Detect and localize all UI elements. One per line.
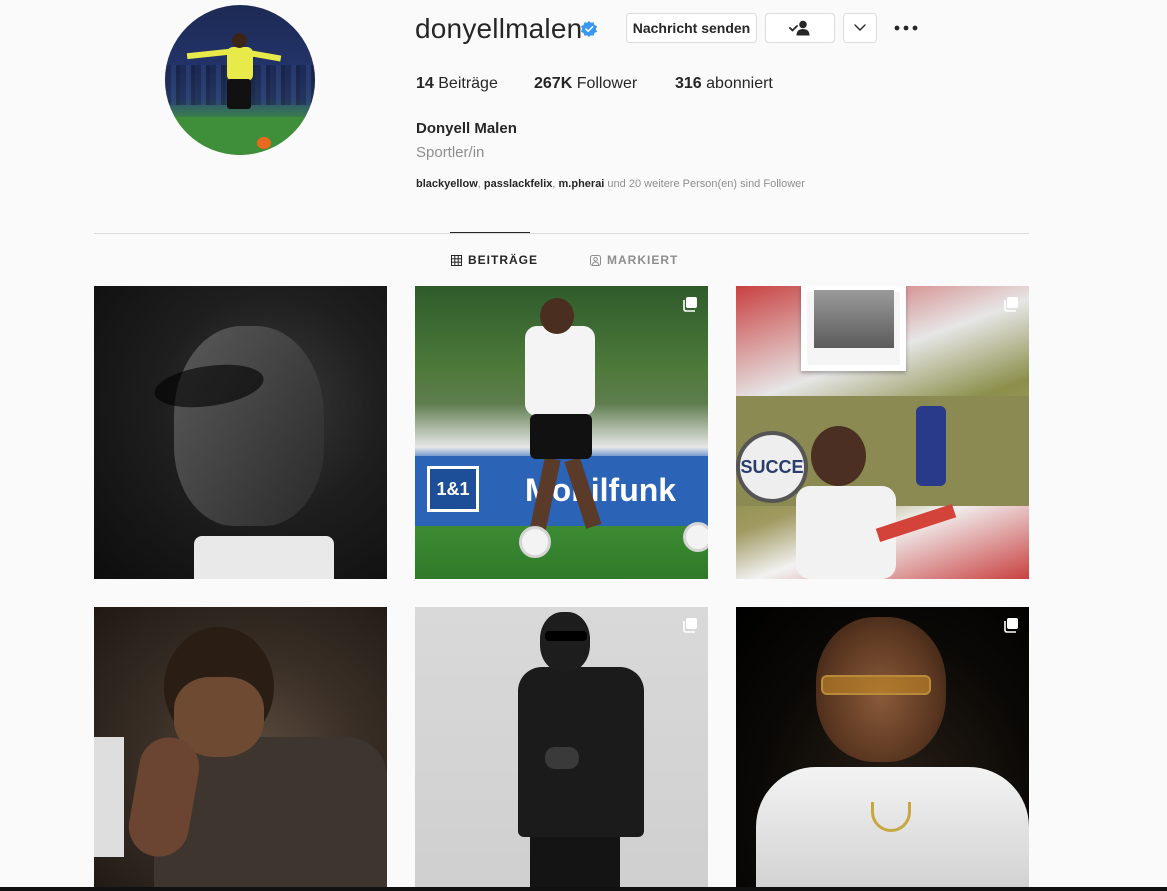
following-count: 316 [675, 75, 702, 92]
post-tile[interactable]: SUCCE [736, 286, 1029, 579]
verified-badge-icon [580, 20, 598, 38]
avatar-ball [257, 137, 271, 149]
profile-divider [94, 233, 1029, 234]
carousel-icon [683, 618, 697, 633]
carousel-icon [1004, 618, 1018, 633]
followers-count: 267K [534, 75, 573, 92]
followed-by-user[interactable]: passlackfelix [484, 178, 553, 190]
chevron-down-icon [854, 24, 866, 31]
football [519, 526, 551, 558]
post-tile[interactable] [94, 607, 387, 891]
profile-category: Sportler/in [416, 144, 485, 161]
carousel-icon [683, 297, 697, 312]
followed-by-rest: und 20 weitere Person(en) sind Follower [604, 178, 805, 190]
player-shorts [530, 414, 592, 459]
profile-username: donyellmalen [415, 13, 583, 44]
followers-label: Follower [576, 75, 638, 92]
avatar-player-arm [186, 48, 230, 60]
post-tile[interactable] [415, 607, 708, 891]
post-tile[interactable] [94, 286, 387, 579]
profile-full-name: Donyell Malen [416, 120, 517, 137]
tab-posts[interactable]: BEITRÄGE [451, 253, 538, 267]
posts-label: Beiträge [438, 75, 498, 92]
followers-stat[interactable]: 267K Follower [534, 75, 637, 93]
tab-tagged-label: MARKIERT [607, 253, 679, 267]
following-label: abonniert [706, 75, 773, 92]
tab-tagged[interactable]: MARKIERT [590, 253, 678, 267]
tinted-glasses [821, 675, 931, 695]
portrait-face [174, 326, 324, 526]
polaroid-image [814, 290, 894, 348]
sponsor-logo: 1&1 [427, 466, 479, 512]
active-tab-indicator [450, 232, 530, 233]
carousel-icon [1004, 297, 1018, 312]
posts-count: 14 [416, 75, 434, 92]
player-jersey [525, 326, 595, 416]
more-options-button[interactable] [893, 18, 919, 38]
person-tshirt [518, 667, 644, 837]
child-figure [916, 406, 946, 486]
grid-icon [451, 254, 462, 266]
followed-by-user[interactable]: blackyellow [416, 178, 478, 190]
portrait-shirt [194, 536, 334, 579]
instagram-profile-page: donyellmalen Nachricht senden 14 Beiträg… [0, 0, 1167, 891]
following-stat[interactable]: 316 abonniert [675, 75, 773, 93]
avatar-pitch [165, 117, 315, 155]
sunglasses [545, 631, 587, 641]
post-tile[interactable] [736, 607, 1029, 891]
followed-by-user[interactable]: m.pherai [559, 178, 605, 190]
tab-posts-label: BEITRÄGE [468, 253, 539, 267]
tagged-person-icon [590, 254, 601, 266]
posts-count-stat: 14 Beiträge [416, 75, 498, 93]
person-hands [545, 747, 579, 769]
avatar-player-legs [227, 79, 251, 109]
football [683, 522, 708, 552]
background-figure [94, 737, 124, 857]
more-horizontal-icon [894, 25, 918, 31]
window-bottom-edge [0, 887, 1167, 891]
person-head [540, 612, 590, 672]
avatar-player-arm [250, 50, 282, 62]
player-head [540, 298, 574, 334]
avatar-player-head [232, 33, 247, 48]
suggested-accounts-dropdown[interactable] [843, 13, 877, 43]
post-tile[interactable]: 1&1 Mobilfunk [415, 286, 708, 579]
avatar-player-body [227, 47, 253, 81]
send-message-button[interactable]: Nachricht senden [626, 13, 757, 43]
person-check-icon [789, 20, 810, 36]
person-trousers [530, 837, 620, 891]
followed-by-text[interactable]: blackyellow, passlackfelix, m.pherai und… [416, 178, 805, 190]
profile-avatar[interactable] [165, 5, 315, 155]
child-head [811, 426, 866, 486]
following-button[interactable] [765, 13, 835, 43]
